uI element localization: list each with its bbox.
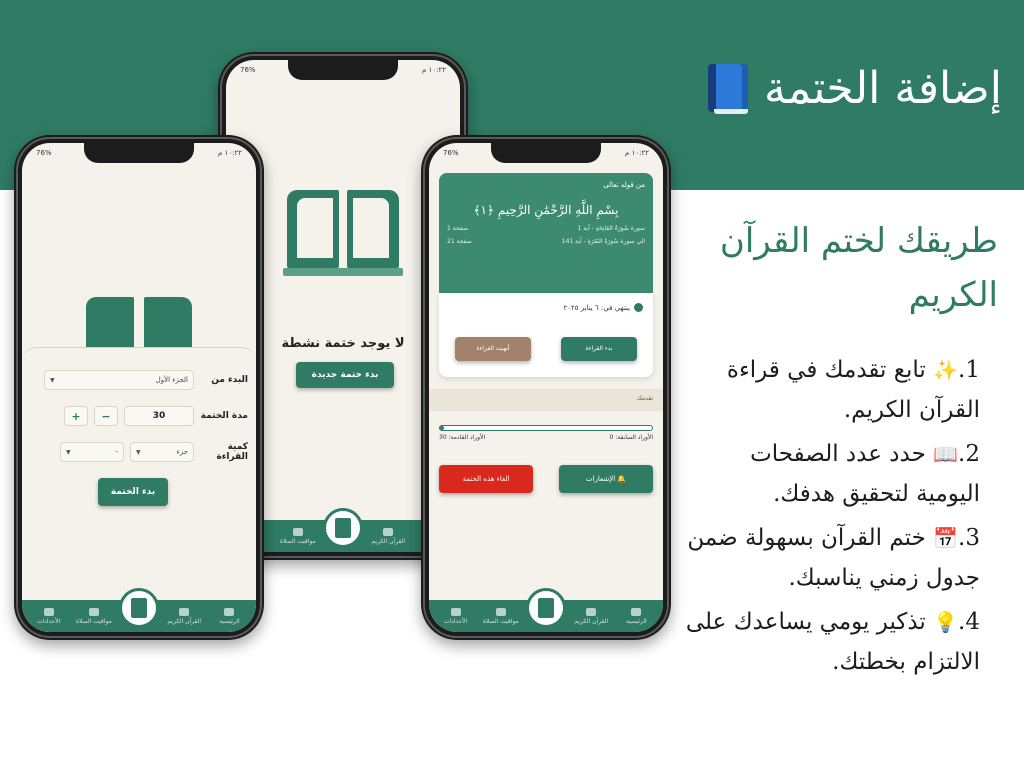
start-label: البدء من [211,375,248,385]
tab-quran[interactable]: القرآن الكريم [164,607,204,625]
bell-icon: 🔔 [617,475,627,483]
prev-wird: الأوراد السابقة: 0 [609,434,653,441]
blue-book-icon [704,62,750,114]
finished-reading-button[interactable]: أنهيت القراءة [455,337,531,361]
feature-item: 3.📅 ختم القرآن بسهولة ضمن جدول زمني يناس… [687,525,980,591]
mushaf-icon [131,598,148,618]
mosque-icon [88,607,99,616]
feature-item: 4.💡 تذكير يومي يساعدك على الالتزام بخطتك… [685,609,980,675]
end-date: ينتهي في: ٦ يناير ٢٠٢٥ [563,303,643,312]
cancel-khatma-button[interactable]: الغاء هذه الختمة [439,465,533,493]
mosque-icon [495,607,506,616]
chevron-down-icon: ▼ [66,448,71,456]
mushaf-icon [335,518,352,538]
reading-card: ينتهي في: ٦ يناير ٢٠٢٥ بدء القراءة أنهيت… [439,293,653,377]
tab-quran[interactable]: القرآن الكريم [368,527,408,545]
chevron-down-icon: ▼ [50,376,55,384]
sparkles-icon: ✨ [933,358,959,382]
phone-right: 76% ١٠:٢٢ م من قوله تعالى بِسْمِ اللَّهِ … [421,135,671,640]
quran-icon [383,527,394,536]
phone-screen: 76% ١٠:٢٢ م من قوله تعالى بِسْمِ اللَّهِ … [429,143,663,632]
next-wird: الأوراد القادمة: 30 [439,434,486,441]
increment-button[interactable]: + [64,406,88,426]
tab-settings[interactable]: الأعدادات [29,607,69,625]
quran-icon [586,607,597,616]
amount-unit-select[interactable]: جزء ▼ [130,442,194,462]
amount-value-select[interactable]: - ▼ [60,442,124,462]
clock-icon [634,303,643,312]
calendar-icon: 📅 [933,526,959,550]
progress-label: تقدمك [636,395,653,402]
book-illustration [283,180,403,280]
start-khatma-button[interactable]: بدء الختمة [98,478,168,506]
duration-value[interactable]: 30 [124,406,194,426]
khatma-center-button[interactable] [323,508,364,548]
chevron-down-icon: ▼ [136,448,141,456]
lightbulb-icon: 💡 [933,610,959,634]
gear-icon [43,607,54,616]
gear-icon [450,607,461,616]
start-select[interactable]: الجزء الأول ▼ [44,370,194,390]
quran-icon [179,607,190,616]
tab-home[interactable]: الرئيسية [209,607,249,625]
khatma-center-button[interactable] [119,588,160,628]
verse-text: بِسْمِ اللَّهِ الرَّحْمَٰنِ الرَّحِيمِ ﴿… [473,203,619,217]
title-text: إضافة الختمة [764,62,1002,114]
start-reading-button[interactable]: بدء القراءة [561,337,637,361]
amount-label: كمية القراءة [216,442,248,462]
feature-item: 1.✨ تابع تقدمك في قراءة القرآن الكريم. [726,357,980,423]
phone-screen: 76% ١٠:٢٢ م البدء من الجزء الأول ▼ مدة الخ… [22,143,256,632]
tab-settings[interactable]: الأعدادات [436,607,476,625]
duration-label: مدة الختمة [200,411,248,421]
decrement-button[interactable]: − [94,406,118,426]
mushaf-icon [538,598,555,618]
new-khatma-button[interactable]: بدء ختمة جديدة [296,362,394,388]
bottom-tab-bar: الرئيسية القرآن الكريم مواقيت الصلاة الأ… [429,588,663,632]
book-illustration [84,293,194,357]
khatma-center-button[interactable] [526,588,567,628]
mosque-icon [292,527,303,536]
feature-item: 2.📖 حدد عدد الصفحات اليومية لتحقيق هدفك. [750,441,980,507]
verse-intro: من قوله تعالى [603,181,645,189]
tab-prayer[interactable]: مواقيت الصلاة [481,607,521,625]
open-book-icon: 📖 [933,442,959,466]
phone-left: 76% ١٠:٢٢ م البدء من الجزء الأول ▼ مدة الخ… [14,135,264,640]
home-icon [631,607,642,616]
progress-bar [439,425,653,431]
bottom-tab-bar: الرئيسية القرآن الكريم مواقيت الصلاة الأ… [22,588,256,632]
tab-quran[interactable]: القرآن الكريم [571,607,611,625]
verse-card: من قوله تعالى بِسْمِ اللَّهِ الرَّحْمَٰن… [439,173,653,293]
feature-list: 1.✨ تابع تقدمك في قراءة القرآن الكريم. 2… [680,350,980,686]
page-title: إضافة الختمة [704,62,1002,114]
subtitle: طريقك لختم القرآن الكريم [719,221,998,315]
tab-prayer[interactable]: مواقيت الصلاة [74,607,114,625]
tab-prayer[interactable]: مواقيت الصلاة [278,527,318,545]
home-icon [224,607,235,616]
tab-home[interactable]: الرئيسية [616,607,656,625]
notifications-button[interactable]: 🔔 الإشعارات [559,465,653,493]
